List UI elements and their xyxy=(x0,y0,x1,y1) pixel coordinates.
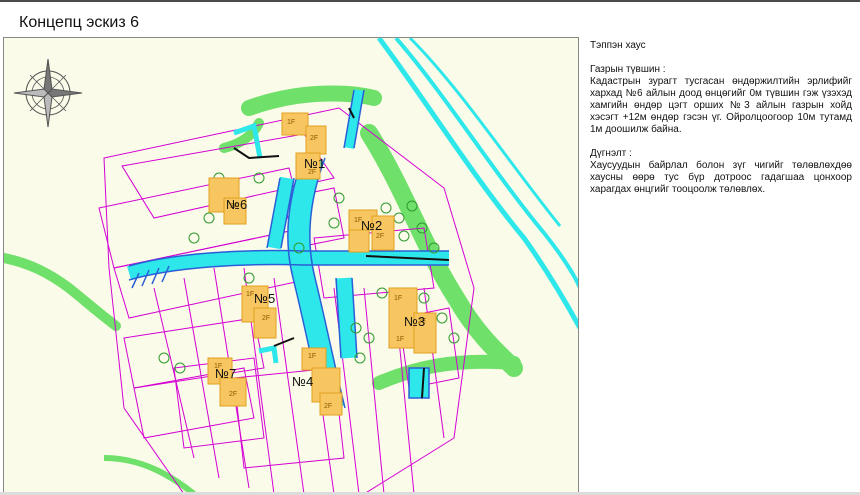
svg-text:2F: 2F xyxy=(262,315,270,322)
site-plan-sketch: 1F 2F 2F 1F 2F 1F 1F 2F 2F 1F 2F 1F 2F 1… xyxy=(3,37,579,493)
svg-text:1F: 1F xyxy=(396,336,404,343)
terrain-section-title: Газрын түвшин : xyxy=(590,64,666,75)
green-belt-west xyxy=(4,253,121,331)
green-belt-south xyxy=(372,354,521,390)
concept-notes: Тэппэн хаус Газрын түвшин : Кадастрын зу… xyxy=(590,40,852,196)
floor-tag-2f: 2F xyxy=(310,135,318,142)
site-plan-canvas: 1F 2F 2F 1F 2F 1F 1F 2F 2F 1F 2F 1F 2F 1… xyxy=(4,38,578,492)
svg-text:1F: 1F xyxy=(246,291,254,298)
unit-label-7: №7 xyxy=(215,366,236,381)
unit-label-5: №5 xyxy=(254,291,275,306)
svg-text:1F: 1F xyxy=(308,353,316,360)
conclusion-section-title: Дүгнэлт : xyxy=(590,148,632,159)
conclusion-section-body: Хаусуудын байрлал болон зүг чигийг төлөв… xyxy=(590,160,852,195)
svg-text:2F: 2F xyxy=(324,403,332,410)
svg-text:2F: 2F xyxy=(376,233,384,240)
floor-tag-1f: 1F xyxy=(287,119,295,126)
top-divider xyxy=(0,0,860,2)
compass-rose-icon xyxy=(13,58,83,128)
page-title: Концепц эскиз 6 xyxy=(19,14,139,31)
svg-text:2F: 2F xyxy=(229,391,237,398)
svg-text:1F: 1F xyxy=(394,295,402,302)
notes-heading: Тэппэн хаус xyxy=(590,40,646,51)
unit-label-4: №4 xyxy=(292,374,313,389)
unit-label-3: №3 xyxy=(404,314,425,329)
unit-label-2: №2 xyxy=(361,218,382,233)
terrain-section-body: Кадастрын зурагт тусгасан өндөржилтийн э… xyxy=(590,76,852,135)
unit-label-6: №6 xyxy=(226,197,247,212)
unit-label-1: №1 xyxy=(304,156,325,171)
